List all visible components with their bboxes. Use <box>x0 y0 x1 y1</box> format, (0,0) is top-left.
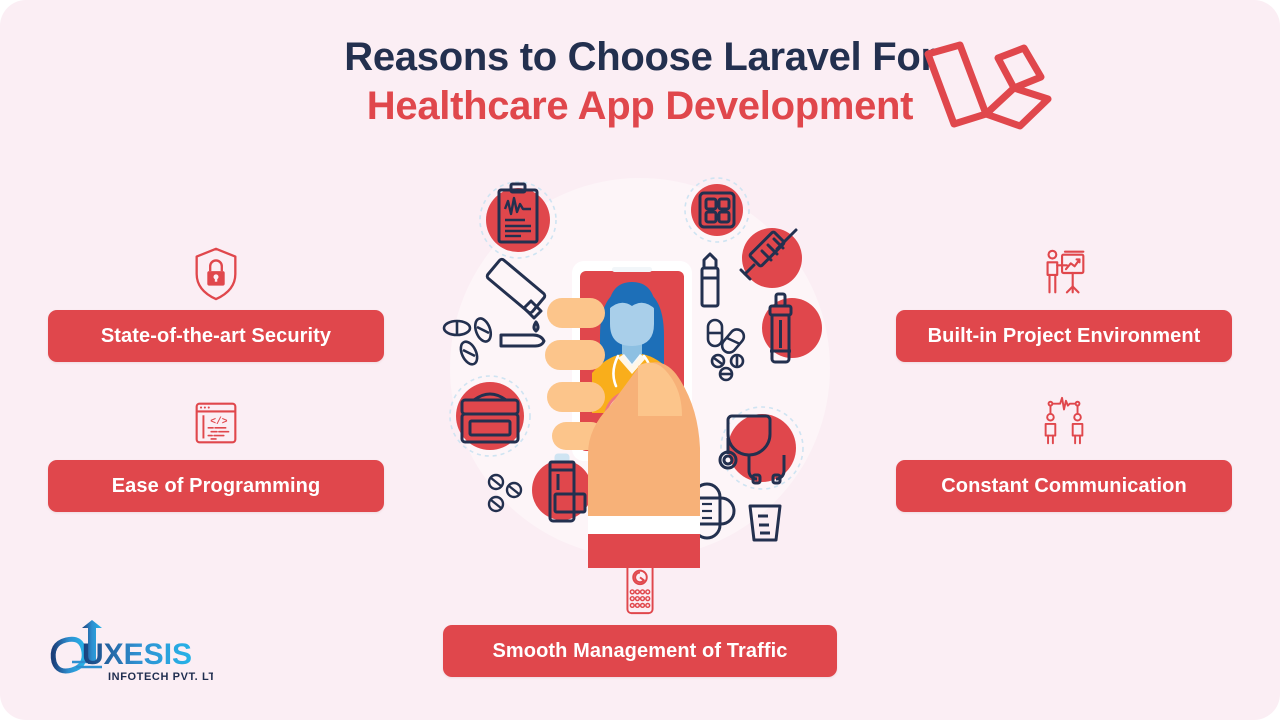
feature-label-builtin[interactable]: Built-in Project Environment <box>896 310 1232 362</box>
logo-tagline: INFOTECH PVT. LTD. <box>108 671 213 683</box>
shield-lock-icon <box>195 247 237 301</box>
page-title-line2: Healthcare App Development <box>366 84 914 129</box>
feature-state-of-the-art-security[interactable]: State-of-the-art Security <box>48 244 384 362</box>
auxesis-logo: UXESIS INFOTECH PVT. LTD. <box>50 620 213 683</box>
sleeve <box>588 534 700 568</box>
feature-constant-communication[interactable]: Constant Communication <box>896 394 1232 512</box>
header: Reasons to Choose Laravel For Healthcare… <box>0 34 1280 130</box>
presentation-board-icon <box>1046 249 1085 294</box>
telemedicine-illustration <box>442 177 830 568</box>
stethoscope-icon <box>718 406 804 490</box>
page-title-line1: Reasons to Choose Laravel For <box>344 35 936 79</box>
logo-wordmark: UXESIS <box>82 638 192 671</box>
feature-label-traffic[interactable]: Smooth Management of Traffic <box>443 625 837 677</box>
phone-notch <box>612 267 652 272</box>
finger-3 <box>547 382 605 412</box>
feature-label-ease[interactable]: Ease of Programming <box>48 460 384 512</box>
finger-1 <box>547 298 605 328</box>
feature-built-in-project-environment[interactable]: Built-in Project Environment <box>896 244 1232 362</box>
infographic-canvas: Reasons to Choose Laravel For Healthcare… <box>0 0 1280 720</box>
laravel-logo <box>924 41 1052 130</box>
finger-2 <box>545 340 605 370</box>
two-people-pulse-icon <box>1044 396 1084 445</box>
sleeve-cuff <box>588 516 700 534</box>
code-window-icon: </> <box>195 402 237 444</box>
feature-label-security[interactable]: State-of-the-art Security <box>48 310 384 362</box>
feature-label-communication[interactable]: Constant Communication <box>896 460 1232 512</box>
feature-smooth-management-of-traffic[interactable]: Smooth Management of Traffic <box>443 559 837 677</box>
svg-text:</>: </> <box>210 416 228 427</box>
feature-ease-of-programming[interactable]: </> Ease of Programming <box>48 394 384 512</box>
